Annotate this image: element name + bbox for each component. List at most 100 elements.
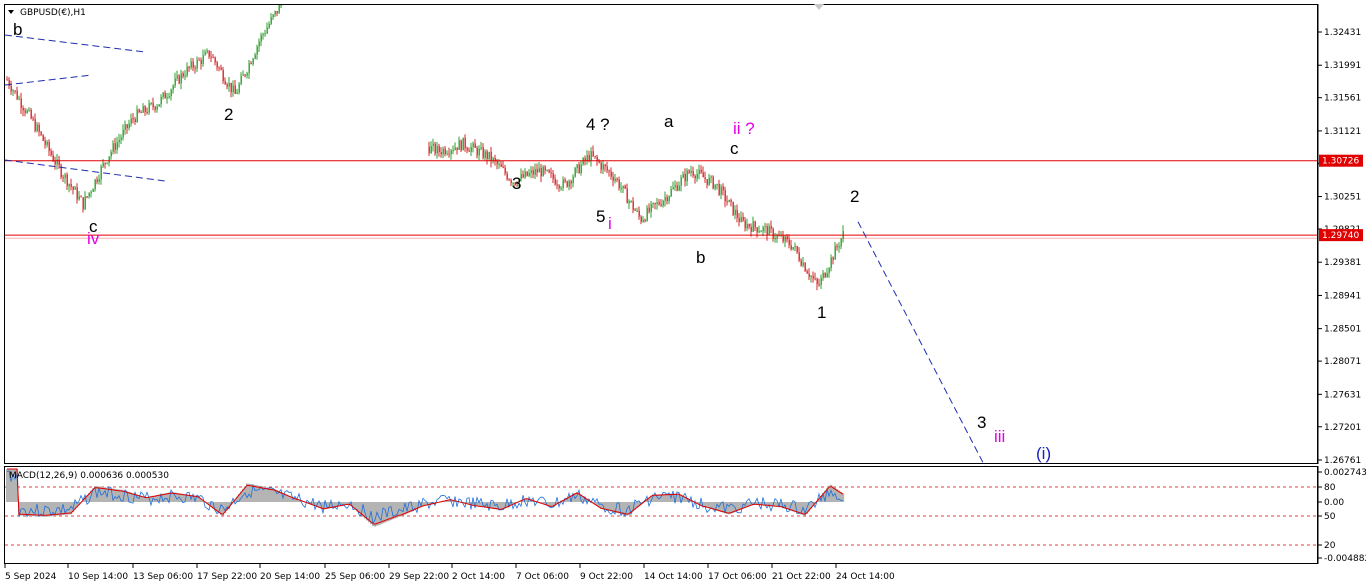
candle-body: [538, 167, 540, 173]
time-tick-label: 17 Oct 06:00: [708, 572, 767, 582]
candle-body: [150, 103, 152, 105]
candle-body: [38, 124, 40, 132]
candle-body: [684, 173, 686, 182]
candle-body: [20, 98, 22, 109]
candle-body: [276, 10, 278, 14]
candle-body: [832, 257, 834, 260]
price-tick-label: 1.27631: [1324, 390, 1361, 400]
candle-body: [114, 143, 116, 150]
wave-label: a: [664, 112, 674, 131]
candle-body: [234, 85, 236, 94]
candle-body: [582, 157, 584, 165]
candle-body: [94, 179, 96, 190]
candle-body: [102, 162, 104, 167]
wave-label: 2: [850, 187, 859, 206]
candle-body: [280, 5, 282, 6]
candle-body: [468, 150, 470, 152]
macd-histogram-bar: [32, 502, 35, 517]
candle-body: [458, 140, 460, 151]
candle-body: [26, 110, 28, 113]
candle-body: [266, 27, 268, 34]
candle-body: [770, 225, 772, 229]
candle-body: [6, 79, 8, 81]
candle-body: [790, 245, 792, 250]
candle-body: [536, 168, 538, 173]
candle-body: [188, 66, 190, 68]
candle-body: [678, 185, 680, 191]
candle-body: [212, 57, 214, 59]
candle-body: [754, 221, 756, 228]
candle-body: [662, 200, 664, 206]
candle-body: [484, 151, 486, 158]
candle-body: [194, 67, 196, 69]
candle-body: [62, 177, 64, 179]
candle-body: [780, 235, 782, 237]
candle-body: [18, 98, 20, 100]
candle-body: [636, 210, 638, 212]
candle-body: [182, 73, 184, 77]
symbol-label[interactable]: GBPUSD(€),H1: [20, 8, 86, 18]
price-tick-label: 1.26761: [1324, 456, 1361, 466]
candle-body: [580, 164, 582, 174]
candle-body: [702, 172, 704, 178]
price-pane[interactable]: [4, 4, 1318, 464]
candle-body: [800, 260, 802, 266]
macd-histogram-bar: [46, 502, 49, 517]
candle-body: [592, 151, 594, 156]
candle-body: [250, 63, 252, 65]
candle-body: [74, 187, 76, 190]
candle-body: [764, 226, 766, 228]
candle-body: [824, 272, 826, 278]
candle-body: [50, 150, 52, 156]
candle-body: [228, 82, 230, 87]
candle-body: [464, 137, 466, 149]
candle-body: [130, 118, 132, 124]
price-tick-label: 1.28071: [1324, 357, 1361, 367]
candle-body: [694, 175, 696, 179]
candle-body: [446, 153, 448, 155]
candle-body: [82, 197, 84, 210]
macd-pane[interactable]: [4, 466, 1318, 564]
candle-body: [658, 202, 660, 205]
candle-body: [222, 69, 224, 82]
candle-body: [750, 226, 752, 232]
candle-body: [714, 184, 716, 189]
candle-body: [264, 33, 266, 35]
candle-body: [716, 183, 718, 185]
candle-body: [798, 252, 800, 261]
candle-body: [240, 75, 242, 85]
candle-body: [802, 262, 804, 266]
candle-body: [622, 185, 624, 188]
macd-tick-label: 20: [1324, 541, 1336, 551]
candle-body: [840, 238, 842, 247]
macd-histogram-bar: [116, 489, 119, 502]
candle-body: [444, 148, 446, 155]
candle-body: [176, 75, 178, 79]
candle-body: [640, 216, 642, 222]
candle-body: [80, 196, 82, 198]
candle-body: [184, 75, 186, 77]
candle-body: [190, 61, 192, 68]
price-tick-label: 1.31991: [1324, 61, 1361, 71]
candle-body: [100, 166, 102, 180]
candle-body: [576, 164, 578, 169]
candle-body: [792, 247, 794, 250]
candle-body: [668, 196, 670, 202]
candle-body: [76, 187, 78, 200]
candle-body: [246, 73, 248, 76]
time-tick-label: 5 Sep 2024: [5, 572, 57, 582]
candle-body: [204, 52, 206, 56]
candle-body: [84, 196, 86, 210]
candle-body: [110, 151, 112, 157]
candle-body: [794, 246, 796, 248]
candle-body: [178, 75, 180, 84]
candle-body: [638, 210, 640, 217]
wave-label: iv: [87, 229, 100, 248]
candle-body: [718, 183, 720, 195]
candle-body: [648, 207, 650, 212]
candle-body: [166, 97, 168, 99]
candle-body: [34, 119, 36, 131]
candle-body: [136, 109, 138, 122]
candle-body: [602, 164, 604, 170]
macd-histogram-bar: [378, 502, 381, 525]
